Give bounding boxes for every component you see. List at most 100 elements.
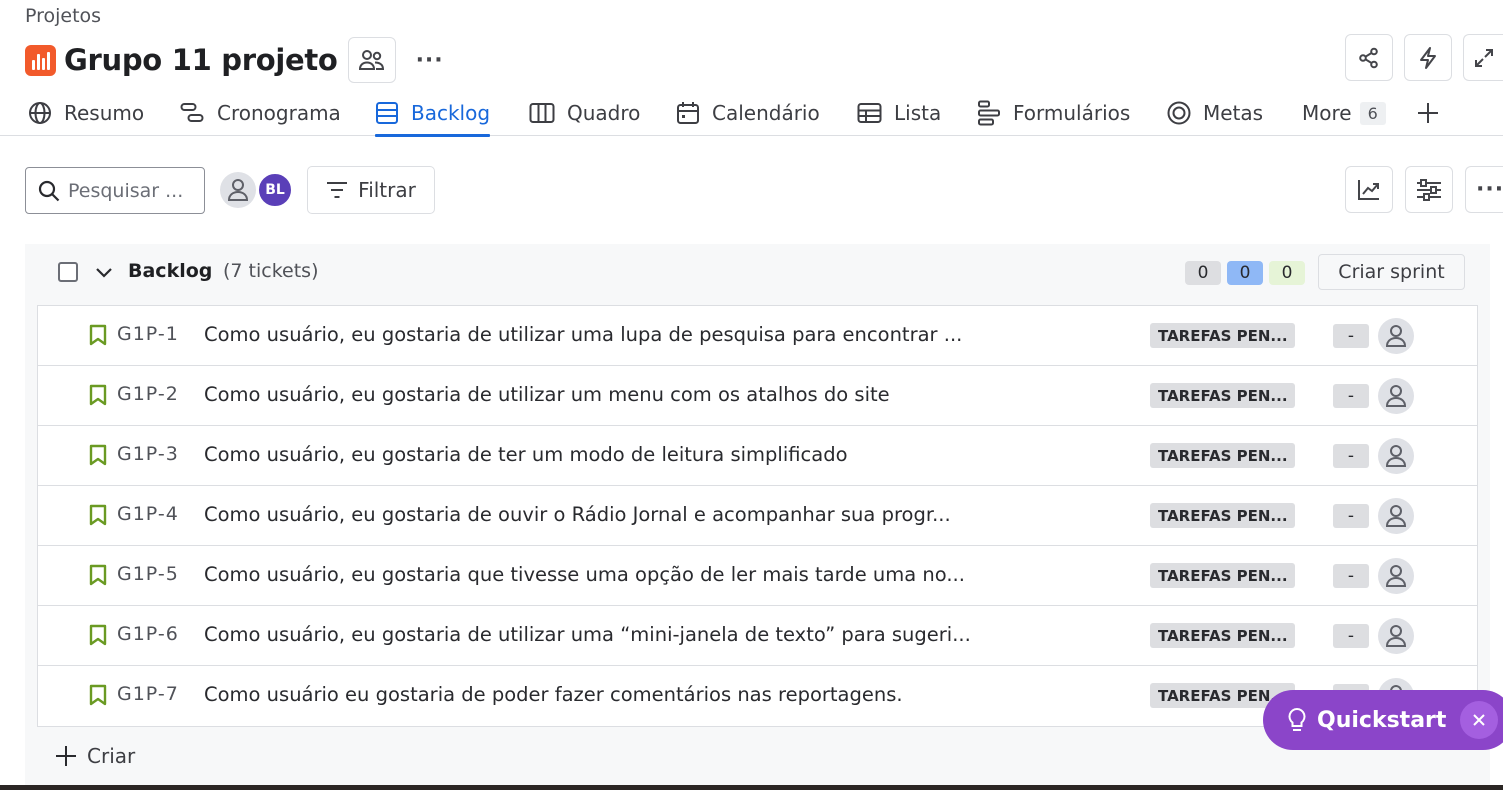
table-row[interactable]: G1P-1 Como usuário, eu gostaria de utiliz… <box>38 306 1477 366</box>
story-icon <box>89 504 107 526</box>
unassigned-avatar[interactable] <box>220 172 256 208</box>
tab-more[interactable]: More 6 <box>1302 90 1386 136</box>
issue-list: G1P-1 Como usuário, eu gostaria de utiliz… <box>37 305 1478 727</box>
search-input[interactable] <box>68 179 193 202</box>
story-icon <box>89 564 107 586</box>
add-tab-button[interactable] <box>1416 90 1452 136</box>
story-icon <box>89 444 107 466</box>
status-badge[interactable]: TAREFAS PEN... <box>1150 383 1295 408</box>
issue-key[interactable]: G1P-6 <box>117 623 179 645</box>
breadcrumb[interactable]: Projetos <box>25 5 101 27</box>
story-points[interactable]: - <box>1333 504 1369 528</box>
table-row[interactable]: G1P-3 Como usuário, eu gostaria de ter um… <box>38 426 1477 486</box>
status-badge[interactable]: TAREFAS PEN... <box>1150 503 1295 528</box>
issue-key[interactable]: G1P-3 <box>117 443 179 465</box>
select-all-checkbox[interactable] <box>58 262 78 282</box>
story-icon <box>89 684 107 706</box>
issue-key[interactable]: G1P-4 <box>117 503 179 525</box>
status-badge[interactable]: TAREFAS PEN... <box>1150 623 1295 648</box>
fullscreen-button[interactable] <box>1463 34 1503 81</box>
tab-label: Quadro <box>567 101 641 125</box>
backlog-toolbar: BL Filtrar ··· <box>25 166 1503 214</box>
status-badge[interactable]: TAREFAS PEN... <box>1150 443 1295 468</box>
expand-icon <box>1474 48 1493 67</box>
table-row[interactable]: G1P-5 Como usuário, eu gostaria que tives… <box>38 546 1477 606</box>
create-issue-button[interactable]: Criar <box>55 744 135 768</box>
assignee-avatar[interactable] <box>1378 618 1414 654</box>
story-points[interactable]: - <box>1333 384 1369 408</box>
page-title: Grupo 11 projeto <box>64 43 338 77</box>
person-icon <box>1385 505 1407 527</box>
status-badge[interactable]: TAREFAS PEN... <box>1150 323 1295 348</box>
assignee-avatar[interactable] <box>1378 498 1414 534</box>
quickstart-close-button[interactable] <box>1460 701 1498 739</box>
tab-formularios[interactable]: Formulários <box>977 90 1130 136</box>
table-row[interactable]: G1P-7 Como usuário eu gostaria de poder f… <box>38 666 1477 726</box>
issue-summary[interactable]: Como usuário, eu gostaria de utilizar um… <box>204 623 971 646</box>
taskbar-edge <box>0 785 1503 790</box>
insights-button[interactable] <box>1345 166 1393 213</box>
view-settings-button[interactable] <box>1405 166 1453 213</box>
story-points[interactable]: - <box>1333 444 1369 468</box>
status-badge[interactable]: TAREFAS PEN... <box>1150 563 1295 588</box>
issue-key[interactable]: G1P-2 <box>117 383 179 405</box>
automation-button[interactable] <box>1404 34 1452 81</box>
story-points[interactable]: - <box>1333 564 1369 588</box>
team-button[interactable] <box>347 37 396 83</box>
issue-summary[interactable]: Como usuário eu gostaria de poder fazer … <box>204 683 903 706</box>
more-actions-icon[interactable]: ··· <box>416 48 444 73</box>
assignee-avatar[interactable] <box>1378 438 1414 474</box>
issue-summary[interactable]: Como usuário, eu gostaria que tivesse um… <box>204 563 965 586</box>
table-row[interactable]: G1P-6 Como usuário, eu gostaria de utiliz… <box>38 606 1477 666</box>
search-icon <box>38 180 60 201</box>
close-icon <box>1473 714 1485 726</box>
avatar[interactable]: BL <box>257 172 293 208</box>
tab-lista[interactable]: Lista <box>857 90 941 136</box>
header-actions <box>1345 34 1503 81</box>
ticket-count: (7 tickets) <box>223 260 319 282</box>
people-icon <box>358 50 384 70</box>
tab-backlog[interactable]: Backlog <box>375 90 491 137</box>
person-icon <box>1385 385 1407 407</box>
share-button[interactable] <box>1345 34 1393 81</box>
person-icon <box>227 179 249 201</box>
more-options-button[interactable]: ··· <box>1465 166 1503 213</box>
issue-summary[interactable]: Como usuário, eu gostaria de utilizar um… <box>204 323 962 346</box>
tab-label: Lista <box>894 101 942 125</box>
issue-summary[interactable]: Como usuário, eu gostaria de utilizar um… <box>204 383 890 406</box>
table-row[interactable]: G1P-2 Como usuário, eu gostaria de utiliz… <box>38 366 1477 426</box>
create-sprint-button[interactable]: Criar sprint <box>1318 254 1465 290</box>
issue-summary[interactable]: Como usuário, eu gostaria de ter um modo… <box>204 443 848 466</box>
issue-key[interactable]: G1P-7 <box>117 683 179 705</box>
tab-calendario[interactable]: Calendário <box>676 90 820 136</box>
tab-quadro[interactable]: Quadro <box>529 90 640 136</box>
share-icon <box>1359 47 1378 68</box>
tab-label: Metas <box>1203 101 1264 125</box>
story-points[interactable]: - <box>1333 324 1369 348</box>
issue-key[interactable]: G1P-1 <box>117 323 179 345</box>
story-icon <box>89 324 107 346</box>
quickstart-label: Quickstart <box>1317 707 1447 733</box>
tab-cronograma[interactable]: Cronograma <box>180 90 341 136</box>
story-points[interactable]: - <box>1333 624 1369 648</box>
search-box[interactable] <box>25 167 205 214</box>
chevron-down-icon[interactable] <box>95 262 113 282</box>
filter-button[interactable]: Filtrar <box>307 166 435 214</box>
tab-resumo[interactable]: Resumo <box>28 90 144 136</box>
issue-summary[interactable]: Como usuário, eu gostaria de ouvir o Rád… <box>204 503 951 526</box>
plus-icon <box>56 746 76 766</box>
tab-metas[interactable]: Metas <box>1167 90 1263 136</box>
person-icon <box>1385 565 1407 587</box>
table-row[interactable]: G1P-4 Como usuário, eu gostaria de ouvir … <box>38 486 1477 546</box>
person-icon <box>1385 625 1407 647</box>
tab-label: Formulários <box>1013 101 1131 125</box>
assignee-avatar[interactable] <box>1378 318 1414 354</box>
tab-label: More <box>1302 101 1352 125</box>
quickstart-button[interactable]: Quickstart <box>1263 690 1503 750</box>
issue-key[interactable]: G1P-5 <box>117 563 179 585</box>
assignee-avatar[interactable] <box>1378 558 1414 594</box>
list-icon <box>857 103 882 123</box>
project-tabs: Resumo Cronograma Backlog Quadro Calendá… <box>0 90 1503 137</box>
assignee-avatar[interactable] <box>1378 378 1414 414</box>
tab-label: Cronograma <box>217 101 341 125</box>
